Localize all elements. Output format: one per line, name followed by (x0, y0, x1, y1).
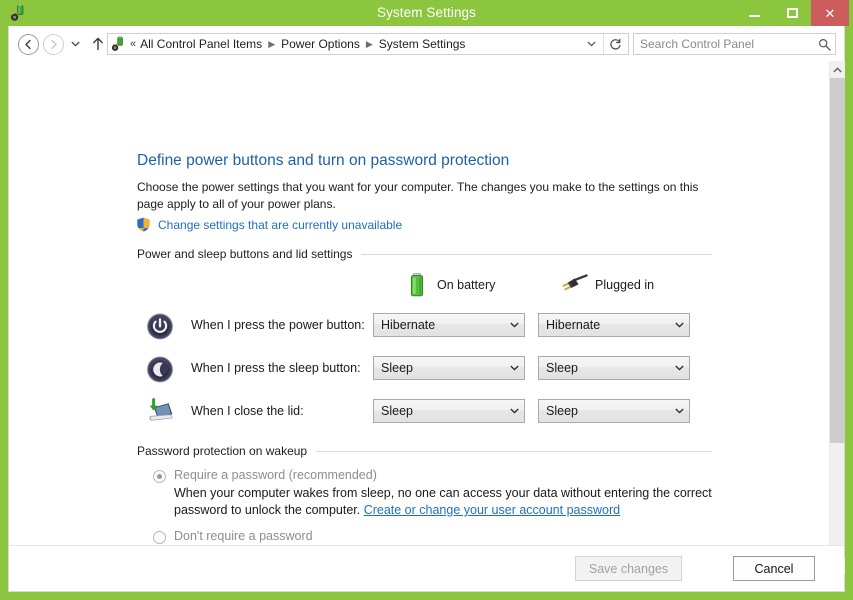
on-battery-label: On battery (437, 278, 496, 292)
sleep-button-plugged-in-value: Sleep (546, 361, 578, 375)
chevron-down-icon (505, 408, 524, 414)
password-protection-group-label: Password protection on wakeup (137, 444, 308, 458)
save-changes-button[interactable]: Save changes (575, 556, 682, 581)
navigation-bar: « All Control Panel Items ▶ Power Option… (9, 26, 844, 61)
save-changes-label: Save changes (588, 561, 669, 576)
chevron-up-icon (833, 66, 842, 73)
power-button-icon (147, 313, 173, 340)
client-area: « All Control Panel Items ▶ Power Option… (8, 26, 845, 592)
setting-row-power-button: When I press the power button: Hibernate… (145, 311, 705, 341)
breadcrumb[interactable]: « All Control Panel Items ▶ Power Option… (107, 33, 629, 55)
chevron-down-icon (505, 322, 524, 328)
window-title: System Settings (376, 5, 477, 20)
content-pane: Define power buttons and turn on passwor… (9, 61, 829, 574)
column-header-plugged-in: Plugged in (561, 271, 654, 299)
maximize-icon (786, 8, 798, 18)
sleep-button-on-battery-value: Sleep (381, 361, 413, 375)
close-lid-plugged-in-select[interactable]: Sleep (538, 399, 690, 423)
refresh-icon (610, 38, 621, 49)
power-button-row-label: When I press the power button: (191, 318, 365, 332)
uac-shield-icon (135, 216, 152, 233)
setting-row-sleep-button: When I press the sleep button: Sleep Sle… (145, 354, 705, 384)
sleep-button-row-label: When I press the sleep button: (191, 361, 361, 375)
close-lid-row-label: When I close the lid: (191, 404, 304, 418)
power-button-on-battery-select[interactable]: Hibernate (373, 313, 525, 337)
title-bar: System Settings ✕ (0, 0, 853, 26)
recent-locations-button[interactable] (67, 33, 83, 55)
close-lid-on-battery-value: Sleep (381, 404, 413, 418)
chevron-down-icon (670, 408, 689, 414)
radio-head[interactable]: Don't require a password (153, 529, 713, 544)
dont-require-password-label: Don't require a password (174, 529, 313, 543)
sleep-button-on-battery-select[interactable]: Sleep (373, 356, 525, 380)
column-header-on-battery: On battery (403, 271, 495, 299)
back-button[interactable] (17, 33, 39, 55)
admin-settings-link-row[interactable]: Change settings that are currently unava… (135, 216, 402, 233)
power-button-plugged-in-select[interactable]: Hibernate (538, 313, 690, 337)
radio-option-require-password[interactable]: Require a password (recommended) When yo… (153, 468, 713, 519)
breadcrumb-item-system-settings[interactable]: System Settings (379, 37, 466, 51)
back-arrow-icon (17, 33, 39, 55)
radio-head[interactable]: Require a password (recommended) (153, 468, 713, 483)
create-change-password-link[interactable]: Create or change your user account passw… (364, 503, 620, 517)
power-plug-icon (562, 274, 588, 291)
power-button-plugged-in-value: Hibernate (546, 318, 601, 332)
require-password-label: Require a password (recommended) (174, 468, 377, 482)
group-divider (361, 253, 712, 255)
chevron-down-icon (586, 41, 596, 47)
change-unavailable-settings-link[interactable]: Change settings that are currently unava… (158, 218, 402, 232)
system-settings-window: System Settings ✕ « All Control Panel It… (0, 0, 853, 600)
battery-icon (410, 273, 424, 297)
forward-button[interactable] (42, 33, 64, 55)
close-icon: ✕ (824, 5, 836, 21)
refresh-button[interactable] (603, 34, 627, 54)
radio-button-dont-require-password[interactable] (153, 531, 166, 544)
scrollbar-thumb[interactable] (830, 78, 845, 443)
breadcrumb-item-power-options[interactable]: Power Options (281, 37, 360, 51)
laptop-lid-icon (149, 398, 173, 421)
breadcrumb-overflow-icon[interactable]: « (130, 38, 136, 50)
maximize-button[interactable] (773, 0, 811, 26)
sleep-button-icon (147, 356, 173, 383)
chevron-down-icon (670, 365, 689, 371)
chevron-down-icon (70, 41, 80, 47)
search-icon (813, 38, 835, 51)
breadcrumb-item-all-control-panel-items[interactable]: All Control Panel Items (140, 37, 262, 51)
footer-bar: Save changes Cancel (9, 545, 844, 591)
close-lid-on-battery-select[interactable]: Sleep (373, 399, 525, 423)
scroll-up-button[interactable] (830, 61, 845, 78)
sleep-button-plugged-in-select[interactable]: Sleep (538, 356, 690, 380)
page-description: Choose the power settings that you want … (137, 180, 699, 211)
chevron-down-icon (505, 365, 524, 371)
power-buttons-group-header: Power and sleep buttons and lid settings (137, 247, 712, 261)
cancel-label: Cancel (754, 561, 794, 576)
minimize-button[interactable] (735, 0, 773, 26)
page-title: Define power buttons and turn on passwor… (137, 152, 510, 169)
minimize-icon (748, 15, 760, 17)
radio-button-require-password[interactable] (153, 470, 166, 483)
close-button[interactable]: ✕ (811, 0, 849, 26)
vertical-scrollbar[interactable] (829, 61, 845, 574)
breadcrumb-separator-icon: ▶ (268, 38, 276, 49)
power-button-on-battery-value: Hibernate (381, 318, 436, 332)
close-lid-plugged-in-value: Sleep (546, 404, 578, 418)
power-buttons-group-label: Power and sleep buttons and lid settings (137, 247, 353, 261)
breadcrumb-dropdown-button[interactable] (581, 34, 601, 54)
require-password-description: When your computer wakes from sleep, no … (174, 485, 714, 519)
setting-row-close-lid: When I close the lid: Sleep Sleep (145, 397, 705, 427)
group-divider (316, 450, 712, 452)
search-box[interactable]: Search Control Panel (633, 33, 836, 55)
forward-arrow-icon (42, 33, 64, 55)
power-options-icon (111, 36, 123, 51)
search-input[interactable]: Search Control Panel (634, 37, 813, 51)
password-protection-group-header: Password protection on wakeup (137, 444, 712, 458)
breadcrumb-separator-icon: ▶ (365, 38, 373, 49)
up-button[interactable] (87, 33, 109, 55)
plugged-in-label: Plugged in (595, 278, 655, 292)
chevron-down-icon (670, 322, 689, 328)
cancel-button[interactable]: Cancel (733, 556, 815, 581)
up-arrow-icon (93, 37, 103, 51)
